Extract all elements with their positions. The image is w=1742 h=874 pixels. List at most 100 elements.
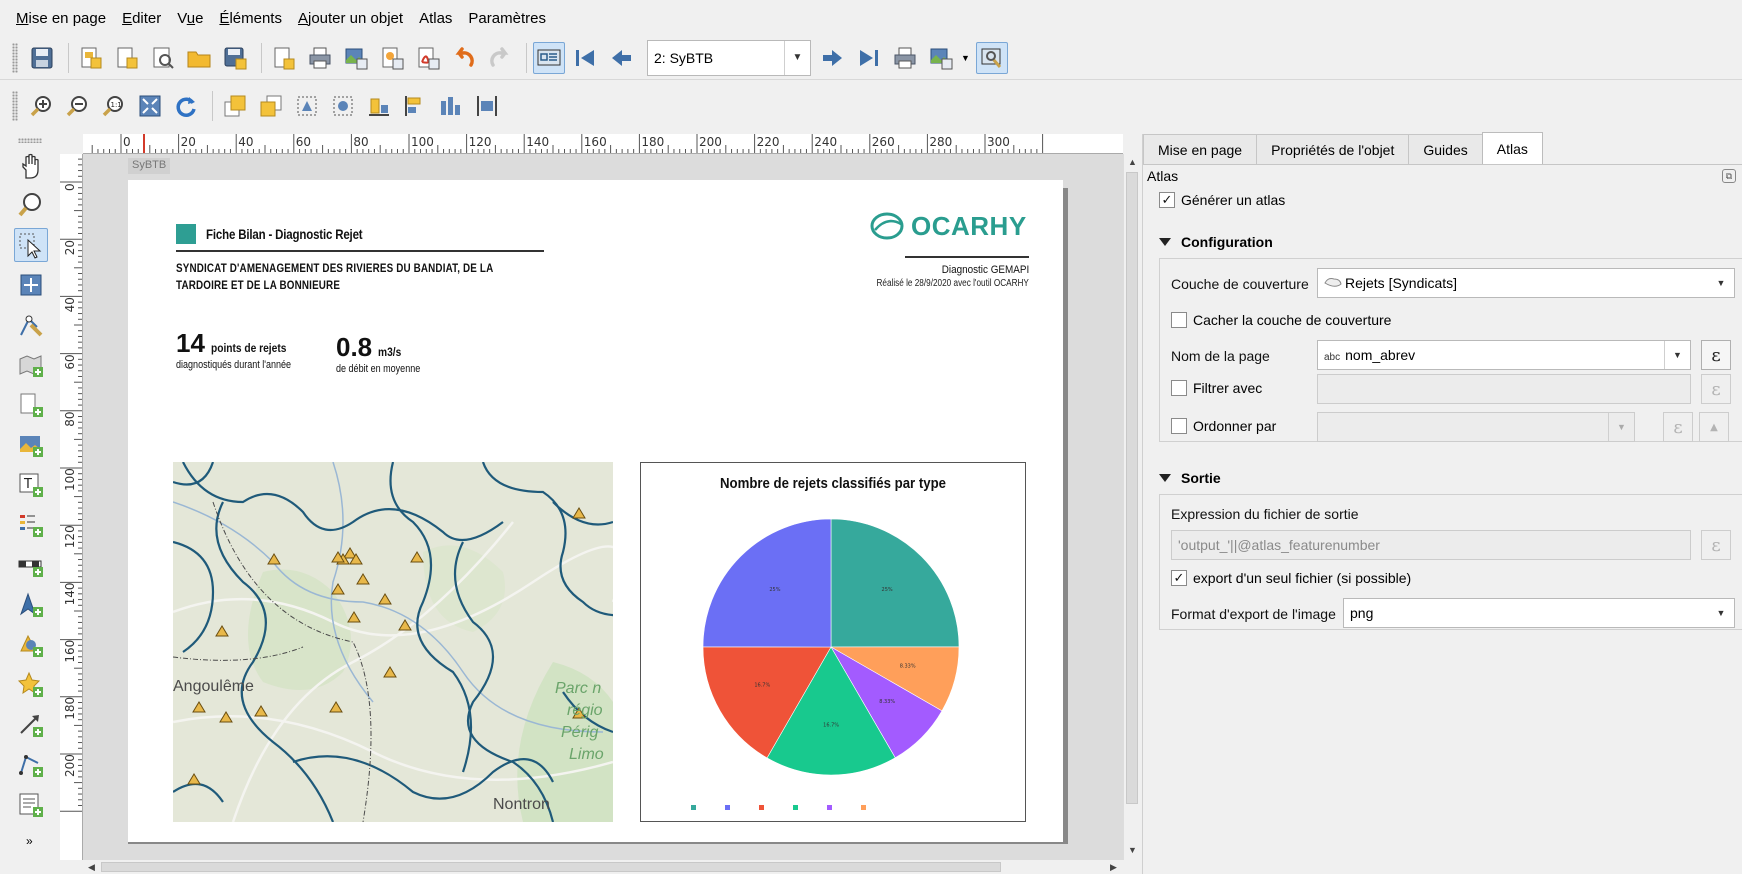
add-3d-map-tool[interactable] — [14, 388, 48, 422]
menu-vue[interactable]: Vue — [177, 10, 203, 27]
checkbox-unchecked[interactable] — [1171, 380, 1187, 396]
zoom-tool[interactable] — [14, 188, 48, 222]
menu-ajouter-objet[interactable]: Ajouter un objet — [298, 10, 403, 27]
add-scalebar-tool[interactable] — [14, 548, 48, 582]
output-expression-field[interactable]: 'output_'||@atlas_featurenumber — [1171, 530, 1691, 560]
diagnostic-label[interactable]: Diagnostic GEMAPI — [942, 264, 1029, 276]
scroll-down-icon[interactable]: ▼ — [1124, 842, 1141, 858]
page-name-select[interactable]: abc nom_abrev ▼ — [1317, 340, 1691, 370]
checkbox-checked[interactable]: ✓ — [1171, 570, 1187, 586]
add-arrow-tool[interactable] — [14, 708, 48, 742]
stat-debit[interactable]: 0.8 m3/s de débit en moyenne — [336, 332, 439, 375]
print-button[interactable] — [304, 42, 336, 74]
menu-atlas[interactable]: Atlas — [419, 10, 452, 27]
checkbox-checked[interactable]: ✓ — [1159, 192, 1175, 208]
new-page-button[interactable] — [268, 42, 300, 74]
more-tools-chevron-icon[interactable]: » — [26, 834, 33, 848]
menu-editer[interactable]: Editer — [122, 10, 161, 27]
toolbar-grip[interactable] — [12, 42, 18, 73]
undo-button[interactable] — [448, 42, 480, 74]
atlas-settings-button[interactable] — [975, 41, 1008, 74]
add-north-arrow-tool[interactable] — [14, 588, 48, 622]
duplicate-layout-button[interactable] — [111, 42, 143, 74]
snap-items-button[interactable] — [471, 90, 503, 122]
configuration-group-header[interactable]: Configuration — [1159, 234, 1273, 250]
chevron-down-icon[interactable]: ▼ — [1708, 269, 1734, 297]
menu-parametres[interactable]: Paramètres — [468, 10, 546, 27]
open-template-button[interactable] — [183, 42, 215, 74]
hide-coverage-checkbox[interactable]: Cacher la couche de couverture — [1171, 312, 1391, 328]
stat-rejets[interactable]: 14 points de rejets diagnostiqués durant… — [176, 328, 316, 371]
toolbar-grip[interactable] — [18, 138, 42, 143]
lower-items-button[interactable] — [255, 90, 287, 122]
refresh-button[interactable] — [170, 90, 202, 122]
float-panel-icon[interactable]: ⧉ — [1722, 169, 1736, 183]
atlas-first-button[interactable] — [569, 42, 601, 74]
horizontal-scroll-thumb[interactable] — [101, 862, 1001, 872]
atlas-next-button[interactable] — [817, 42, 849, 74]
page-name-expression-button[interactable]: ε — [1701, 340, 1731, 370]
chevron-down-icon[interactable]: ▼ — [961, 53, 970, 63]
syndicat-name[interactable]: SYNDICAT D'AMENAGEMENT DES RIVIERES DU B… — [176, 260, 504, 294]
horizontal-scrollbar[interactable]: ◀ ▶ — [83, 860, 1123, 874]
toolbar-grip[interactable] — [12, 91, 18, 121]
menu-mise-en-page[interactable]: Mise en page — [16, 10, 106, 27]
scroll-up-icon[interactable]: ▲ — [1124, 154, 1141, 170]
title-block[interactable]: Fiche Bilan - Diagnostic Rejet — [176, 224, 397, 244]
image-format-select[interactable]: png ▼ — [1343, 598, 1735, 628]
sort-by-select[interactable]: ▼ — [1317, 412, 1635, 442]
atlas-page-select[interactable]: 2: SyBTB ▼ — [647, 39, 811, 76]
chevron-down-icon[interactable]: ▼ — [1708, 599, 1734, 627]
generate-atlas-checkbox[interactable]: ✓ Générer un atlas — [1159, 192, 1285, 208]
sort-expression-button[interactable]: ε — [1663, 412, 1693, 442]
atlas-export-button[interactable] — [925, 42, 957, 74]
menu-elements[interactable]: Éléments — [219, 10, 282, 27]
export-image-button[interactable] — [340, 42, 372, 74]
output-expression-button[interactable]: ε — [1701, 530, 1731, 560]
add-picture-tool[interactable] — [14, 428, 48, 462]
filter-expression-button[interactable]: ε — [1701, 374, 1731, 404]
add-shape-tool[interactable] — [14, 628, 48, 662]
filter-expression-field[interactable] — [1317, 374, 1691, 404]
chevron-down-icon[interactable]: ▼ — [784, 40, 810, 75]
move-content-tool[interactable] — [14, 268, 48, 302]
zoom-in-button[interactable] — [26, 90, 58, 122]
atlas-preview-button[interactable] — [533, 41, 565, 74]
chevron-down-icon[interactable]: ▼ — [1664, 341, 1690, 369]
distribute-items-button[interactable] — [399, 90, 431, 122]
realise-label[interactable]: Réalisé le 28/9/2020 avec l'outil OCARHY — [877, 278, 1029, 289]
raise-items-button[interactable] — [219, 90, 251, 122]
export-pdf-button[interactable] — [412, 42, 444, 74]
pan-tool[interactable] — [14, 150, 48, 184]
atlas-previous-button[interactable] — [605, 42, 637, 74]
vertical-scrollbar[interactable]: ▲ ▼ — [1123, 154, 1140, 860]
add-label-tool[interactable]: T — [14, 468, 48, 502]
resize-items-button[interactable] — [435, 90, 467, 122]
tab-mise-en-page[interactable]: Mise en page — [1143, 134, 1258, 164]
layout-manager-button[interactable] — [147, 42, 179, 74]
layout-canvas[interactable]: SyBTB Fiche Bilan - Diagnostic Rejet SYN… — [83, 154, 1123, 860]
ungroup-items-button[interactable] — [327, 90, 359, 122]
add-nodes-tool[interactable] — [14, 748, 48, 782]
atlas-last-button[interactable] — [853, 42, 885, 74]
add-marker-tool[interactable] — [14, 668, 48, 702]
zoom-100-button[interactable]: 1:1 — [98, 90, 130, 122]
zoom-full-button[interactable] — [134, 90, 166, 122]
map-item[interactable]: Angoulême Parc n régio Périg Limo Nontro… — [173, 462, 613, 822]
single-file-checkbox[interactable]: ✓ export d'un seul fichier (si possible) — [1171, 570, 1411, 586]
add-html-tool[interactable] — [14, 788, 48, 822]
tab-proprietes-objet[interactable]: Propriétés de l'objet — [1256, 134, 1410, 164]
save-template-button[interactable] — [219, 42, 251, 74]
coverage-layer-select[interactable]: Rejets [Syndicats] ▼ — [1317, 268, 1735, 298]
group-items-button[interactable] — [291, 90, 323, 122]
redo-button[interactable] — [484, 42, 516, 74]
chart-item[interactable]: Nombre de rejets classifiés par type 25%… — [640, 462, 1026, 822]
export-svg-button[interactable] — [376, 42, 408, 74]
scroll-left-icon[interactable]: ◀ — [83, 859, 100, 874]
scroll-right-icon[interactable]: ▶ — [1105, 859, 1122, 874]
add-legend-tool[interactable] — [14, 508, 48, 542]
filter-with-checkbox[interactable]: Filtrer avec — [1171, 380, 1262, 396]
checkbox-unchecked[interactable] — [1171, 418, 1187, 434]
tab-guides[interactable]: Guides — [1408, 134, 1483, 164]
vertical-scroll-thumb[interactable] — [1126, 172, 1138, 804]
